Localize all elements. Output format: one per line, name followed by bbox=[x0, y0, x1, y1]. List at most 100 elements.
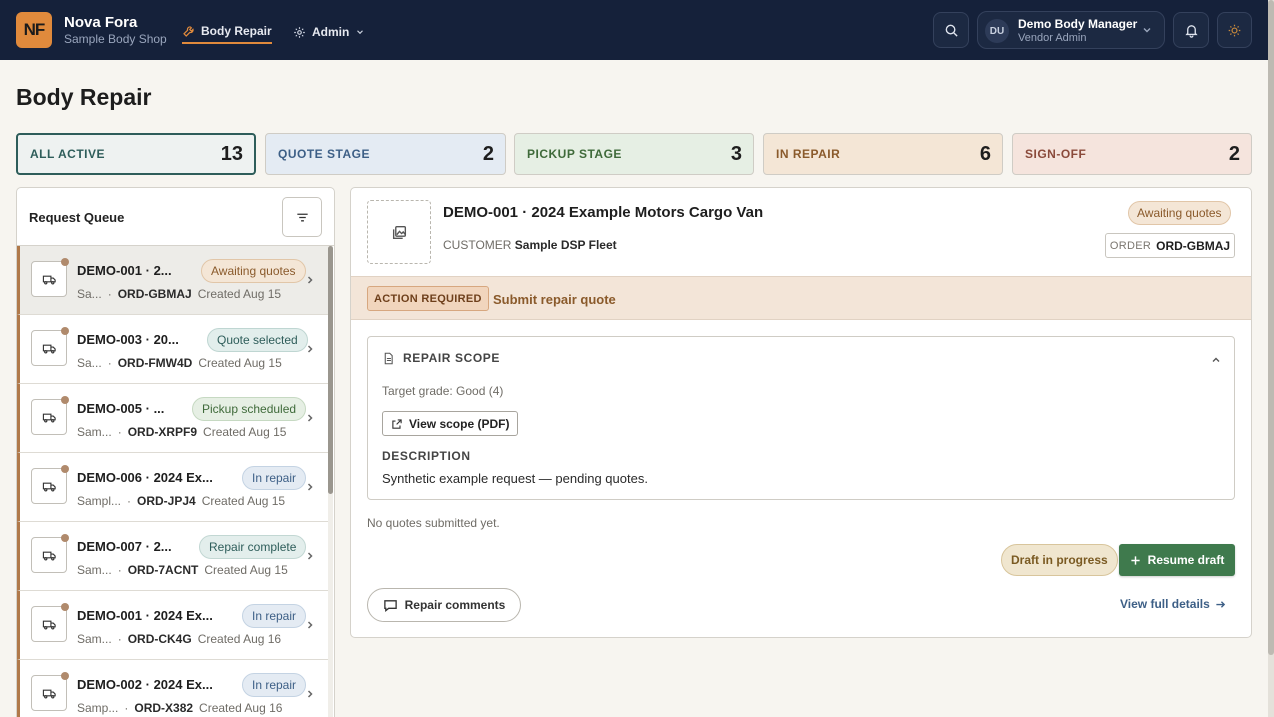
action-required-text[interactable]: Submit repair quote bbox=[493, 292, 616, 307]
stage-card-quote-stage[interactable]: QUOTE STAGE 2 bbox=[265, 133, 506, 175]
queue-row[interactable]: DEMO-006 · 2024 Ex... In repair Sampl... · O… bbox=[17, 453, 328, 522]
request-queue-panel: Request Queue DEMO-001 · 2... Awaiting qu… bbox=[16, 187, 335, 717]
chevron-right-icon bbox=[307, 552, 313, 560]
chevron-up-icon[interactable] bbox=[1210, 354, 1222, 366]
queue-row-status-badge: Quote selected bbox=[207, 328, 308, 352]
app-logo[interactable]: NF bbox=[16, 12, 52, 48]
draft-status-badge: Draft in progress bbox=[1001, 544, 1118, 576]
image-gallery-icon bbox=[392, 225, 406, 239]
order-chip[interactable]: ORDER ORD-GBMAJ bbox=[1105, 233, 1235, 258]
separator-dot: · bbox=[107, 356, 112, 370]
stage-card-in-repair[interactable]: IN REPAIR 6 bbox=[763, 133, 1003, 175]
queue-row-customer: Sa... bbox=[77, 287, 102, 301]
notifications-button[interactable] bbox=[1173, 12, 1209, 48]
stage-card-pickup-stage[interactable]: PICKUP STAGE 3 bbox=[514, 133, 754, 175]
queue-row-customer: Samp... bbox=[77, 701, 119, 715]
nav-admin[interactable]: Admin bbox=[293, 20, 365, 44]
separator-dot: · bbox=[107, 287, 112, 301]
repair-scope-header[interactable]: REPAIR SCOPE bbox=[382, 351, 500, 365]
queue-row-status-badge: Awaiting quotes bbox=[201, 259, 306, 283]
stage-card-all-active[interactable]: ALL ACTIVE 13 bbox=[16, 133, 256, 175]
queue-row[interactable]: DEMO-003 · 20... Quote selected Sa... · ORD-… bbox=[17, 315, 328, 384]
arrow-right-icon bbox=[1216, 600, 1225, 608]
queue-row-meta: Sam... · ORD-CK4G Created Aug 16 bbox=[77, 632, 281, 646]
view-full-details-link[interactable]: View full details bbox=[1120, 597, 1226, 611]
order-label: ORDER bbox=[1109, 239, 1152, 252]
search-icon bbox=[945, 24, 958, 37]
queue-row-meta: Sa... · ORD-GBMAJ Created Aug 15 bbox=[77, 287, 281, 301]
document-icon bbox=[384, 352, 393, 364]
queue-row-order: ORD-CK4G bbox=[127, 632, 192, 646]
queue-row-created: Created Aug 15 bbox=[197, 287, 282, 301]
queue-row-order: ORD-XRPF9 bbox=[127, 425, 198, 439]
stage-card-count: 13 bbox=[220, 142, 243, 165]
view-scope-label: View scope (PDF) bbox=[409, 416, 510, 431]
queue-row-customer: Sa... bbox=[77, 356, 102, 370]
app-name: Nova Fora bbox=[64, 14, 138, 31]
queue-row[interactable]: DEMO-007 · 2... Repair complete Sam... · ORD… bbox=[17, 522, 328, 591]
queue-row-status-badge: In repair bbox=[242, 604, 307, 628]
queue-row[interactable]: DEMO-001 · 2... Awaiting quotes Sa... · ORD-… bbox=[17, 246, 328, 315]
nav-body-repair[interactable]: Body Repair bbox=[182, 20, 272, 44]
chevron-right-icon bbox=[307, 483, 313, 491]
unread-dot bbox=[61, 465, 69, 473]
user-name: Demo Body Manager bbox=[1018, 17, 1138, 31]
queue-row-meta: Samp... · ORD-X382 Created Aug 16 bbox=[77, 701, 282, 715]
view-scope-pdf-button[interactable]: View scope (PDF) bbox=[382, 411, 519, 436]
resume-draft-label: Resume draft bbox=[1147, 553, 1225, 567]
unread-dot bbox=[61, 672, 69, 680]
queue-row-title: DEMO-001 · 2... bbox=[77, 263, 172, 278]
resume-draft-button[interactable]: Resume draft bbox=[1119, 544, 1235, 576]
queue-row[interactable]: DEMO-002 · 2024 Ex... In repair Samp... · OR… bbox=[17, 660, 328, 717]
unread-dot bbox=[61, 396, 69, 404]
separator-dot: · bbox=[117, 563, 122, 577]
user-menu[interactable]: DU Demo Body Manager Vendor Admin bbox=[977, 11, 1165, 49]
wrench-icon bbox=[183, 25, 194, 37]
stage-card-label: SIGN-OFF bbox=[1025, 147, 1087, 161]
search-button[interactable] bbox=[933, 12, 969, 48]
theme-toggle-button[interactable] bbox=[1217, 12, 1252, 48]
separator-dot: · bbox=[127, 494, 132, 508]
chevron-right-icon bbox=[307, 414, 313, 422]
stage-card-count: 6 bbox=[979, 142, 991, 165]
separator-dot: · bbox=[124, 701, 129, 715]
chevron-down-icon bbox=[1143, 28, 1151, 33]
top-navigation-bar: NF Nova Fora Sample Body Shop Body Repai… bbox=[0, 0, 1268, 60]
nav-label: Admin bbox=[312, 25, 350, 39]
customer-name: Sample DSP Fleet bbox=[514, 238, 617, 252]
queue-row-customer: Sampl... bbox=[77, 494, 122, 508]
queue-row-customer: Sam... bbox=[77, 563, 112, 577]
page-scrollbar[interactable] bbox=[1268, 0, 1274, 717]
vehicle-icon bbox=[31, 468, 67, 504]
gear-icon bbox=[294, 26, 305, 38]
queue-row[interactable]: DEMO-005 · ... Pickup scheduled Sam... · ORD… bbox=[17, 384, 328, 453]
repair-comments-button[interactable]: Repair comments bbox=[367, 588, 521, 622]
unread-dot bbox=[61, 534, 69, 542]
page-scrollbar-thumb[interactable] bbox=[1268, 0, 1274, 655]
vehicle-icon bbox=[31, 261, 67, 297]
stage-card-sign-off[interactable]: SIGN-OFF 2 bbox=[1012, 133, 1252, 175]
van-icon bbox=[42, 551, 56, 560]
vehicle-icon bbox=[31, 606, 67, 642]
queue-row-meta: Sa... · ORD-FMW4D Created Aug 15 bbox=[77, 356, 282, 370]
avatar: DU bbox=[985, 19, 1009, 43]
queue-scrollbar[interactable] bbox=[328, 246, 333, 717]
filter-button[interactable] bbox=[282, 197, 322, 237]
repair-scope-title: REPAIR SCOPE bbox=[403, 351, 500, 365]
queue-row-status-badge: In repair bbox=[242, 466, 307, 490]
queue-row-title: DEMO-002 · 2024 Ex... bbox=[77, 677, 213, 692]
plus-icon bbox=[1131, 555, 1140, 565]
queue-row-order: ORD-JPJ4 bbox=[137, 494, 196, 508]
van-icon bbox=[42, 344, 56, 353]
queue-scrollbar-thumb[interactable] bbox=[328, 246, 333, 494]
queue-header: Request Queue bbox=[17, 188, 334, 246]
external-link-icon bbox=[392, 418, 402, 429]
stage-card-count: 2 bbox=[482, 142, 494, 165]
vehicle-image-placeholder[interactable] bbox=[367, 200, 431, 264]
queue-row[interactable]: DEMO-001 · 2024 Ex... In repair Sam... · ORD… bbox=[17, 591, 328, 660]
separator-dot: · bbox=[117, 632, 122, 646]
van-icon bbox=[42, 482, 56, 491]
queue-row-title: DEMO-007 · 2... bbox=[77, 539, 172, 554]
queue-row-order: ORD-7ACNT bbox=[127, 563, 199, 577]
target-grade: Target grade: Good (4) bbox=[382, 384, 504, 398]
